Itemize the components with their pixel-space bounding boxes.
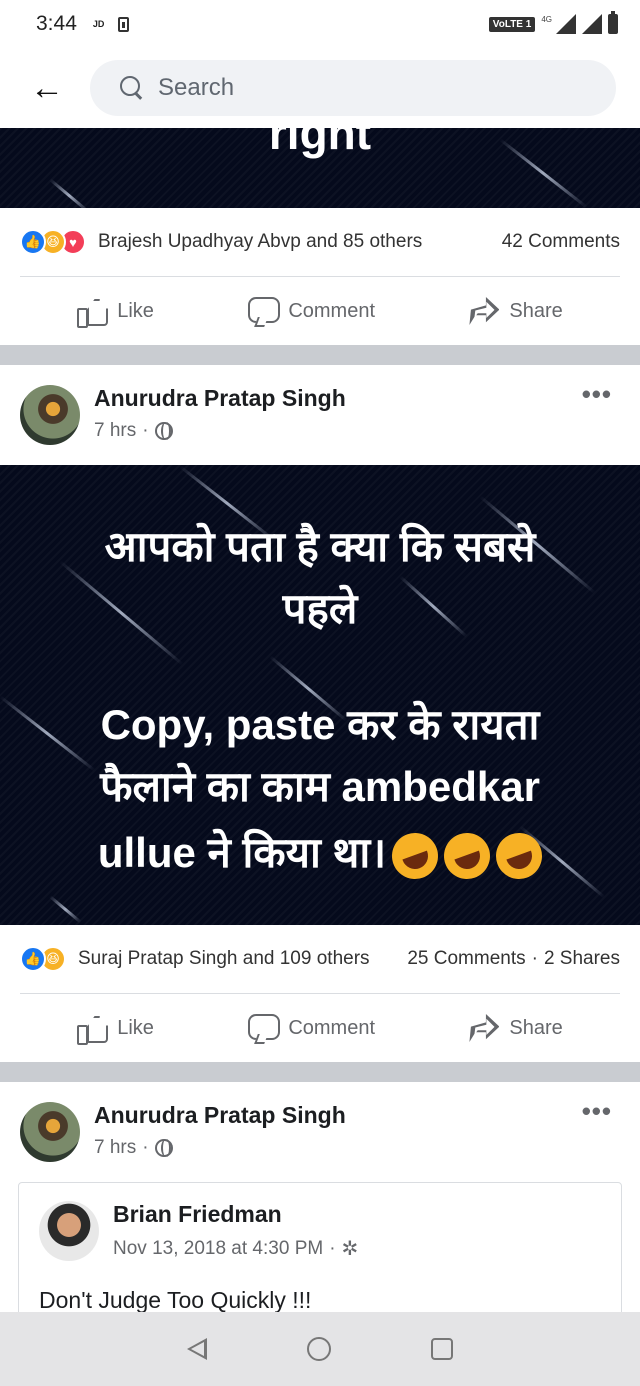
post-actions: Like Comment Share — [0, 994, 640, 1062]
meme-line-last: ullue ने किया था। — [0, 821, 640, 886]
share-label: Share — [509, 299, 563, 322]
thumbs-up-icon — [77, 297, 107, 328]
share-button[interactable]: Share — [469, 297, 562, 325]
shared-post-card[interactable]: Brian Friedman Nov 13, 2018 at 4:30 PM ·… — [18, 1182, 622, 1322]
comment-bubble-icon — [248, 297, 281, 325]
shared-author-avatar[interactable] — [39, 1201, 99, 1261]
post-actions: Like Comment Share — [0, 277, 640, 345]
nav-home-icon[interactable] — [307, 1337, 331, 1361]
search-input[interactable]: Search — [90, 60, 616, 116]
shared-post-author[interactable]: Brian Friedman — [113, 1201, 358, 1228]
globe-icon — [154, 422, 173, 440]
meme-line: ullue ने किया था। — [97, 829, 387, 876]
avatar[interactable] — [20, 1102, 80, 1162]
system-nav-bar — [0, 1312, 640, 1386]
image-streak — [49, 178, 90, 208]
reactions-row[interactable]: 👍 😆 Suraj Pratap Singh and 109 others 25… — [0, 925, 640, 993]
shares-count[interactable]: 2 Shares — [544, 948, 620, 970]
gear-icon: ✲ — [341, 1238, 359, 1260]
meme-line: फैलाने का काम ambedkar — [100, 763, 540, 810]
post-header: Anurudra Pratap Singh 7 hrs · ••• — [0, 365, 640, 465]
search-header: ← Search — [0, 48, 640, 128]
more-options-icon[interactable]: ••• — [582, 379, 612, 410]
like-label: Like — [117, 1016, 154, 1039]
status-bar: 3:44 JD VoLTE 1 4G — [0, 0, 640, 48]
post-footer: 👍 😆 Suraj Pratap Singh and 109 others 25… — [0, 925, 640, 1062]
comment-button[interactable]: Comment — [248, 297, 375, 325]
laughing-emoji-icon — [489, 826, 549, 886]
separator-dot: · — [142, 1137, 149, 1158]
share-arrow-icon — [469, 1014, 499, 1042]
previous-post-image-text: right — [268, 128, 372, 159]
comment-label: Comment — [288, 299, 376, 322]
meme-line: आपको पता है क्या कि सबसे — [104, 523, 536, 570]
volte-badge: VoLTE 1 — [488, 16, 536, 32]
meme-line: Copy, paste कर के रायता — [100, 701, 540, 748]
comment-bubble-icon — [248, 1014, 281, 1042]
search-icon — [120, 76, 144, 100]
separator-dot: · — [142, 420, 149, 441]
nav-back-icon[interactable] — [187, 1338, 207, 1360]
share-arrow-icon — [469, 297, 499, 325]
nav-recents-icon[interactable] — [431, 1338, 453, 1360]
meme-line: पहले — [282, 585, 358, 632]
post-card: Anurudra Pratap Singh 7 hrs · ••• — [0, 365, 640, 465]
shared-post-text: Don't Judge Too Quickly !!! — [39, 1287, 312, 1313]
globe-icon — [154, 1139, 173, 1157]
laughing-emoji-icon — [437, 826, 497, 886]
comments-count[interactable]: 42 Comments — [502, 231, 620, 253]
shared-post-time[interactable]: Nov 13, 2018 at 4:30 PM — [113, 1238, 323, 1260]
avatar[interactable] — [20, 385, 80, 445]
previous-post-footer: 👍 😆 ♥ Brajesh Upadhyay Abvp and 85 other… — [0, 208, 640, 345]
network-type-label: 4G — [541, 14, 552, 24]
post-author[interactable]: Anurudra Pratap Singh — [94, 385, 346, 412]
status-time: 3:44 — [36, 12, 77, 35]
share-label: Share — [509, 1016, 563, 1039]
battery-icon — [608, 11, 618, 34]
image-streak — [49, 895, 82, 924]
post-time[interactable]: 7 hrs — [94, 420, 136, 442]
like-button[interactable]: Like — [77, 297, 154, 328]
previous-post-image[interactable]: right — [0, 128, 640, 208]
comment-button[interactable]: Comment — [248, 1014, 375, 1042]
comments-count[interactable]: 25 Comments — [407, 948, 525, 970]
like-label: Like — [117, 299, 154, 322]
reactions-summary[interactable]: Brajesh Upadhyay Abvp and 85 others — [98, 231, 422, 253]
carrier-icon: JD — [92, 19, 105, 29]
laughing-emoji-icon — [385, 826, 445, 886]
like-reaction-icon: 👍 — [20, 946, 46, 972]
thumbs-up-icon — [77, 1014, 107, 1045]
post-author[interactable]: Anurudra Pratap Singh — [94, 1102, 346, 1129]
back-arrow-icon[interactable]: ← — [30, 71, 64, 105]
more-options-icon[interactable]: ••• — [582, 1096, 612, 1127]
separator-dot: · — [531, 948, 538, 969]
like-reaction-icon: 👍 — [20, 229, 46, 255]
reactions-summary[interactable]: Suraj Pratap Singh and 109 others — [78, 948, 370, 970]
sim-icon — [118, 16, 130, 32]
separator-dot: · — [329, 1237, 336, 1259]
post-image[interactable]: आपको पता है क्या कि सबसे पहले Copy, past… — [0, 465, 640, 925]
search-placeholder: Search — [158, 74, 235, 101]
post-time[interactable]: 7 hrs — [94, 1137, 136, 1159]
like-button[interactable]: Like — [77, 1014, 154, 1045]
share-button[interactable]: Share — [469, 1014, 562, 1042]
signal-icon — [556, 14, 576, 34]
post-header: Anurudra Pratap Singh 7 hrs · ••• — [0, 1082, 640, 1182]
reactions-row[interactable]: 👍 😆 ♥ Brajesh Upadhyay Abvp and 85 other… — [0, 208, 640, 276]
comment-label: Comment — [288, 1016, 376, 1039]
signal-icon-2 — [582, 14, 602, 34]
